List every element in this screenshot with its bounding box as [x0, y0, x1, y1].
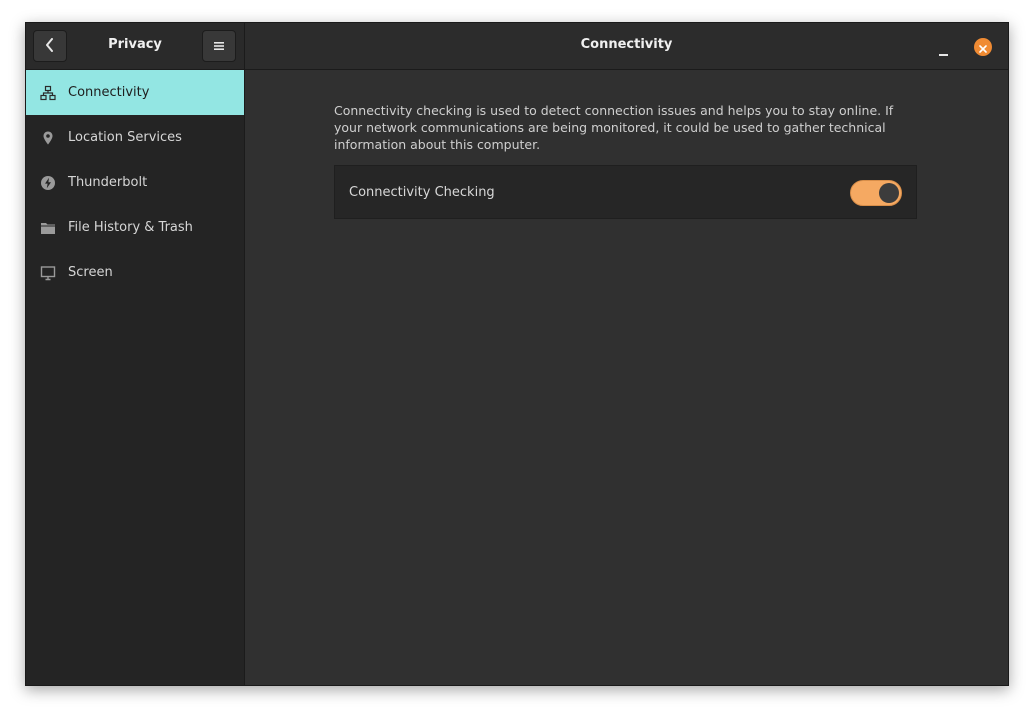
sidebar-item-file-history-trash[interactable]: File History & Trash: [26, 205, 244, 250]
main-panel: Connectivity Connectivity checking is us…: [245, 23, 1008, 685]
description-text: Connectivity checking is used to detect …: [334, 103, 894, 152]
sidebar-item-label: Location Services: [68, 130, 182, 145]
thunderbolt-icon: [40, 175, 56, 191]
connectivity-checking-toggle[interactable]: [850, 180, 902, 206]
hamburger-menu-icon: [213, 37, 225, 56]
toggle-knob: [879, 183, 899, 203]
sidebar-item-screen[interactable]: Screen: [26, 250, 244, 295]
sidebar-item-connectivity[interactable]: Connectivity: [26, 70, 244, 115]
setting-label: Connectivity Checking: [349, 184, 495, 200]
sidebar-header: Privacy: [26, 23, 244, 70]
sidebar-item-thunderbolt[interactable]: Thunderbolt: [26, 160, 244, 205]
folder-icon: [40, 220, 56, 236]
minimize-icon: [938, 54, 948, 56]
content-area: Connectivity checking is used to detect …: [334, 102, 917, 219]
connectivity-checking-row: Connectivity Checking: [334, 165, 917, 219]
settings-window: Privacy Connectivity Location Services T…: [25, 22, 1009, 686]
sidebar: Privacy Connectivity Location Services T…: [26, 23, 245, 685]
main-header: Connectivity: [245, 23, 1008, 70]
sidebar-nav: Connectivity Location Services Thunderbo…: [26, 70, 244, 295]
sidebar-item-location-services[interactable]: Location Services: [26, 115, 244, 160]
menu-button[interactable]: [202, 30, 236, 62]
sidebar-item-label: Connectivity: [68, 85, 150, 100]
minimize-button[interactable]: [933, 39, 953, 59]
sidebar-item-label: Screen: [68, 265, 113, 280]
close-icon: [979, 38, 987, 57]
network-icon: [40, 85, 56, 101]
page-title: Connectivity: [580, 37, 673, 52]
monitor-icon: [40, 265, 56, 281]
sidebar-item-label: Thunderbolt: [68, 175, 148, 190]
close-button[interactable]: [974, 38, 992, 56]
location-pin-icon: [40, 130, 56, 146]
sidebar-item-label: File History & Trash: [68, 220, 193, 235]
